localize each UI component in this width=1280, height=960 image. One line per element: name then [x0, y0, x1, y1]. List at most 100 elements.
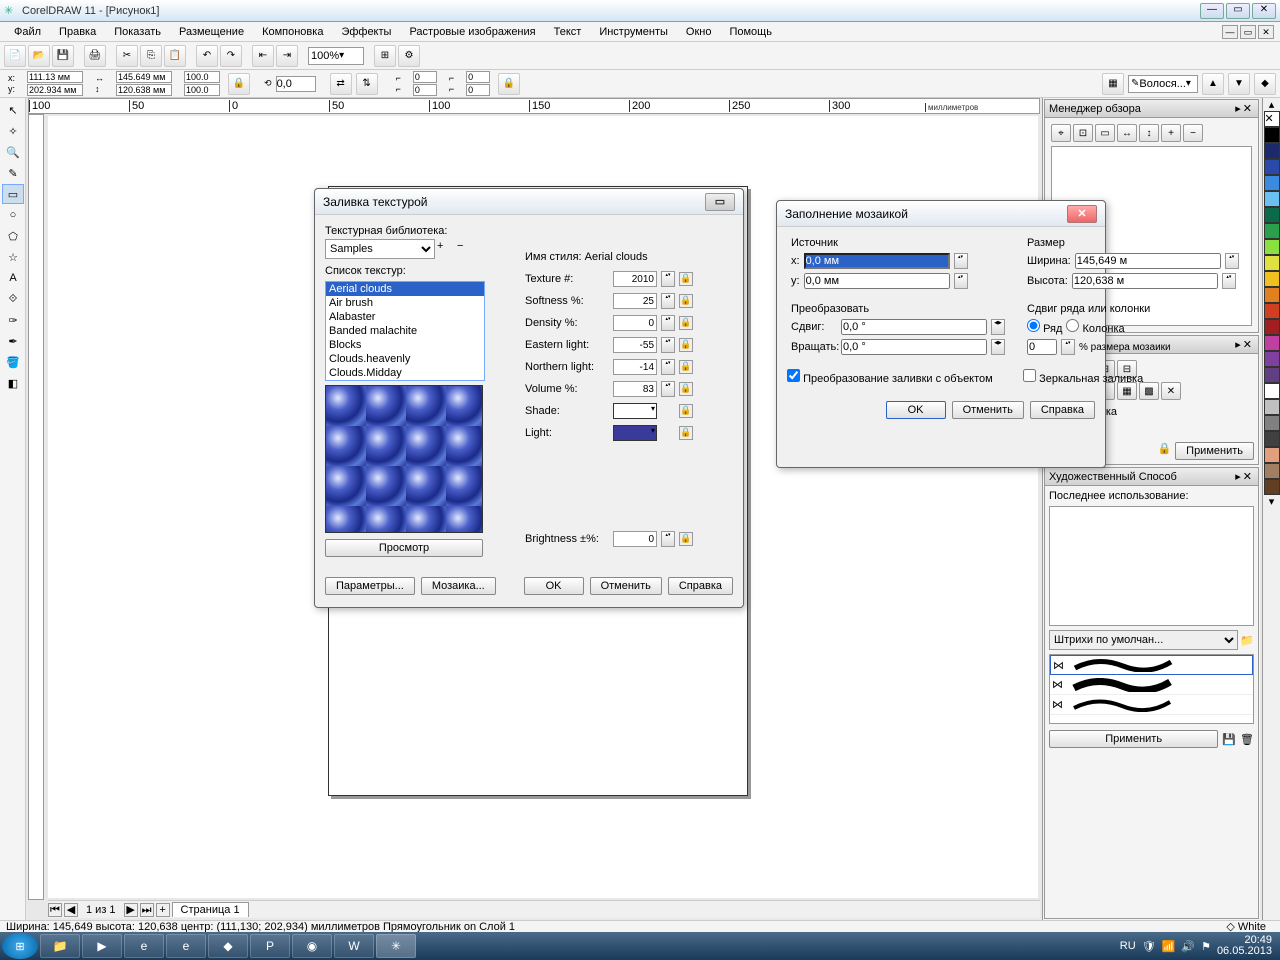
options-icon[interactable]: ⚙ [398, 45, 420, 67]
wrap-text-icon[interactable]: ▦ [1102, 73, 1124, 95]
stroke-preset-combo[interactable]: Штрихи по умолчан... [1049, 630, 1238, 650]
param-softness[interactable] [613, 293, 657, 309]
corner-lock-icon[interactable]: 🔒 [498, 73, 520, 95]
outline-tool-icon[interactable]: ✒ [2, 331, 24, 351]
color-swatch[interactable] [1264, 239, 1280, 255]
menu-effects[interactable]: Эффекты [333, 24, 399, 40]
color-swatch[interactable] [1264, 191, 1280, 207]
spinner-icon[interactable]: ▴▾ [661, 271, 675, 287]
list-item[interactable]: Clouds.Midday [326, 366, 484, 380]
copy-icon[interactable]: ⎘ [140, 45, 162, 67]
close-button[interactable]: ✕ [1252, 3, 1276, 19]
size-w[interactable] [1075, 253, 1221, 269]
tray-flag-icon[interactable]: ⚑ [1201, 940, 1211, 953]
lock-icon[interactable]: 🔒 [679, 426, 693, 440]
apply-button[interactable]: Применить [1175, 442, 1254, 460]
prop-corner3[interactable] [466, 71, 490, 83]
color-swatch[interactable] [1264, 351, 1280, 367]
zoom-page-icon[interactable]: ▭ [1095, 124, 1115, 142]
param-density[interactable] [613, 315, 657, 331]
spinner-icon[interactable]: ▴▾ [1222, 273, 1236, 289]
color-swatch[interactable] [1264, 383, 1280, 399]
lock-icon[interactable]: 🔒 [679, 316, 693, 330]
cancel-button[interactable]: Отменить [952, 401, 1024, 419]
open-icon[interactable]: 📂 [28, 45, 50, 67]
prop-x[interactable] [27, 71, 83, 83]
param-volume[interactable] [613, 381, 657, 397]
fill-tool-icon[interactable]: 🪣 [2, 352, 24, 372]
dialog-close-icon[interactable]: ▭ [705, 193, 735, 211]
lock-icon[interactable]: 🔒 [679, 404, 693, 418]
shape-tool-icon[interactable]: ✧ [2, 121, 24, 141]
cut-icon[interactable]: ✂ [116, 45, 138, 67]
menu-view[interactable]: Показать [106, 24, 169, 40]
task-media-icon[interactable]: ▶ [82, 934, 122, 958]
page-add[interactable]: + [156, 903, 170, 917]
tray-net-icon[interactable]: 📶 [1162, 940, 1176, 953]
page-next[interactable]: ▶ [124, 903, 138, 917]
list-item[interactable]: Air brush [326, 296, 484, 310]
star-tool-icon[interactable]: ☆ [2, 247, 24, 267]
prop-h[interactable] [116, 84, 172, 96]
ellipse-tool-icon[interactable]: ○ [2, 205, 24, 225]
color-swatch[interactable] [1264, 271, 1280, 287]
color-swatch[interactable] [1264, 159, 1280, 175]
print-icon[interactable]: 🖨 [84, 45, 106, 67]
mosaic-button[interactable]: Мозаика... [421, 577, 496, 595]
src-y[interactable] [804, 273, 950, 289]
color-swatch[interactable] [1264, 127, 1280, 143]
light-color[interactable] [613, 425, 657, 441]
to-back-icon[interactable]: ▼ [1228, 73, 1250, 95]
menu-layout[interactable]: Размещение [171, 24, 252, 40]
color-swatch[interactable] [1264, 207, 1280, 223]
browse-icon[interactable]: 📁 [1240, 634, 1254, 647]
eyedropper-tool-icon[interactable]: ✑ [2, 310, 24, 330]
start-button[interactable]: ⊞ [2, 933, 38, 959]
color-swatch[interactable] [1264, 143, 1280, 159]
import-icon[interactable]: ⇤ [252, 45, 274, 67]
size-h[interactable] [1072, 273, 1218, 289]
menu-file[interactable]: Файл [6, 24, 49, 40]
task-word-icon[interactable]: W [334, 934, 374, 958]
spinner-icon[interactable]: ◀▶ [991, 339, 1005, 355]
zoom-fit-icon[interactable]: ⊡ [1073, 124, 1093, 142]
prop-sy[interactable] [184, 84, 220, 96]
spinner-icon[interactable]: ◀▶ [991, 319, 1005, 335]
color-swatch[interactable] [1264, 335, 1280, 351]
no-color-swatch[interactable]: ✕ [1264, 111, 1280, 127]
param-texture[interactable] [613, 271, 657, 287]
convert-icon[interactable]: ◆ [1254, 73, 1276, 95]
menu-help[interactable]: Помощь [721, 24, 780, 40]
spinner-icon[interactable]: ▴▾ [661, 359, 675, 375]
col-radio[interactable] [1066, 319, 1079, 332]
menu-tools[interactable]: Инструменты [591, 24, 676, 40]
menu-arrange[interactable]: Компоновка [254, 24, 331, 40]
palette-up-icon[interactable]: ▴ [1263, 98, 1280, 111]
zoom-out-icon[interactable]: − [1183, 124, 1203, 142]
task-explorer-icon[interactable]: 📁 [40, 934, 80, 958]
pick-tool-icon[interactable]: ↖ [2, 100, 24, 120]
color-swatch[interactable] [1264, 319, 1280, 335]
src-x[interactable] [804, 253, 950, 269]
transform-rotate[interactable] [841, 339, 987, 355]
lock-icon[interactable]: 🔒 [679, 272, 693, 286]
list-item[interactable]: Aerial clouds [326, 282, 484, 296]
color-swatch[interactable] [1264, 287, 1280, 303]
text-tool-icon[interactable]: A [2, 268, 24, 288]
color-swatch[interactable] [1264, 255, 1280, 271]
cancel-button[interactable]: Отменить [590, 577, 662, 595]
spinner-icon[interactable]: ▴▾ [954, 273, 968, 289]
snap-icon[interactable]: ⊞ [374, 45, 396, 67]
prop-corner1[interactable] [413, 71, 437, 83]
undo-icon[interactable]: ↶ [196, 45, 218, 67]
stroke-list[interactable]: ⋈ ⋈ ⋈ [1049, 654, 1254, 724]
transform-shift[interactable] [841, 319, 987, 335]
page-first[interactable]: ⏮ [48, 903, 62, 917]
task-ie-icon[interactable]: e [124, 934, 164, 958]
texture-list[interactable]: Aerial clouds Air brush Alabaster Banded… [325, 281, 485, 381]
lock-icon[interactable]: 🔒 [679, 382, 693, 396]
zoom-tool-icon[interactable]: 🔍 [2, 142, 24, 162]
transform-with-object-check[interactable] [787, 369, 800, 382]
zoom-field[interactable]: 100% ▾ [308, 47, 364, 65]
interactive-fill-icon[interactable]: ◧ [2, 373, 24, 393]
